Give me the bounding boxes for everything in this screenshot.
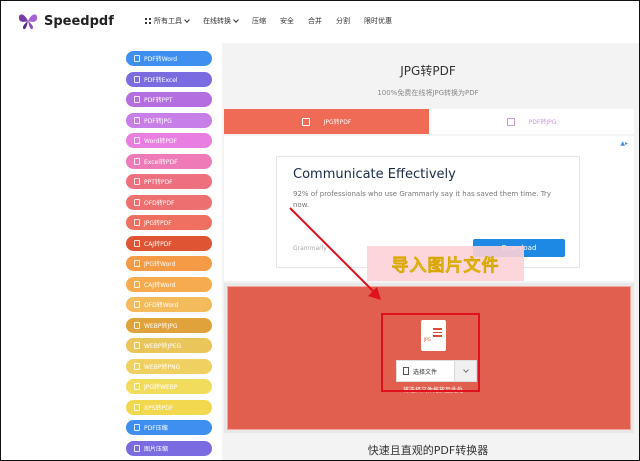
nav-label: 限时优惠 [364,17,392,25]
nav-promotion[interactable]: 限时优惠 [364,16,392,26]
ad-choices-icon[interactable]: ▲▸ [620,140,628,147]
sidebar-item-label: JPG转Word [144,261,176,268]
sidebar-item-label: OFD转Word [144,302,179,309]
document-icon [134,75,140,83]
section-heading: 快速且直观的PDF转换器 [367,444,489,457]
nav-all-tools[interactable]: 所有工具 [145,16,190,26]
sidebar-item-label: PDF转Word [144,56,178,63]
page-title: JPG转PDF [400,64,456,78]
sidebar-item-label: PDF转PPT [144,97,173,104]
butterfly-logo-icon [18,14,38,30]
document-icon [134,178,140,185]
nav-label: 安全 [280,17,294,25]
document-icon [134,219,140,226]
sidebar-item[interactable]: PDF压缩 [126,420,212,435]
sidebar-item[interactable]: XPS转PDF [126,399,212,415]
document-icon [134,260,140,267]
document-icon [134,280,140,288]
sidebar-item[interactable]: PDF转Word [126,51,212,66]
document-icon [134,55,140,62]
nav-label: 合并 [308,17,322,25]
grid-icon [145,18,151,24]
document-icon [134,198,140,206]
nav-label: 压缩 [252,17,266,25]
tab-label: PDF转JPG [528,119,557,126]
logo[interactable]: Speedpdf [17,11,114,31]
sidebar-item[interactable]: 图片压缩 [126,440,212,456]
sidebar-item-label: PDF压缩 [144,425,168,432]
document-icon [134,116,140,124]
sidebar-item-label: JPG转PDF [144,220,172,227]
sidebar-item[interactable]: OFD转PDF [126,194,212,210]
nav-merge[interactable]: 合并 [308,16,322,26]
sidebar-item-label: OFD转PDF [144,199,175,207]
tab-label: JPG转PDF [323,119,352,126]
annotation-label: 导入图片文件 [367,246,524,281]
sidebar-item-label: JPG转WEBP [144,384,178,391]
ad-title: Communicate Effectively [293,167,456,182]
document-icon [134,424,140,431]
sidebar-item[interactable]: WEBP转PNG [126,358,212,374]
ad-brand: Grammarly [293,245,327,252]
tab-pdf-to-jpg[interactable]: PDF转JPG [429,109,634,134]
sidebar-item-label: WEBP转JPEG [144,343,182,350]
document-icon [134,96,140,103]
sidebar-item-label: WEBP转JPG [144,322,178,330]
sidebar-item[interactable]: JPG转PDF [126,215,212,230]
sidebar-item[interactable]: WEBP转JPEG [126,338,212,353]
sidebar-item-label: PDF转Excel [144,76,178,84]
tab-jpg-to-pdf[interactable]: JPG转PDF [224,109,429,134]
document-icon [134,383,140,390]
chevron-down-icon [184,17,190,23]
sidebar-item-label: 图片压缩 [144,445,169,453]
convert-icon [506,117,515,126]
sidebar-item[interactable]: CAJ转PDF [126,235,212,251]
document-icon [134,239,140,247]
nav-label: 在线转换 [203,17,231,25]
sidebar-item[interactable]: JPG转WEBP [126,379,212,394]
sidebar-item[interactable]: WEBP转JPG [126,317,212,333]
sidebar-item-label: WEBP转PNG [144,363,181,371]
sidebar-item[interactable]: JPG转Word [126,256,212,271]
nav-label: 所有工具 [154,17,182,25]
document-icon [134,137,140,144]
document-icon [134,157,140,165]
sidebar-item-label: PPT转PDF [144,179,173,186]
nav-compress[interactable]: 压缩 [252,16,266,26]
sidebar-item-label: XPS转PDF [144,404,174,412]
page-subtitle: 100%免费在线将JPG转换为PDF [377,89,479,97]
header: Speedpdf 所有工具 在线转换 压缩 安全 合并 分割 限时优惠 [1,1,639,43]
sidebar-item[interactable]: PPT转PDF [126,174,212,189]
document-icon [134,403,140,411]
nav-online-convert[interactable]: 在线转换 [203,16,239,26]
sidebar-item[interactable]: Word转PDF [126,133,212,148]
top-nav: 所有工具 在线转换 压缩 安全 合并 分割 限时优惠 [145,16,406,26]
sidebar-item-label: Word转PDF [144,138,178,145]
sidebar-item-label: CAJ转PDF [144,240,172,248]
sidebar-item[interactable]: PDF转PPT [126,92,212,107]
nav-security[interactable]: 安全 [280,16,294,26]
document-icon [134,321,140,329]
document-icon [134,444,140,452]
nav-label: 分割 [336,17,350,25]
sidebar-item[interactable]: Excel转PDF [126,153,212,169]
sidebar: PDF转Word PDF转Excel PDF转PPT PDF转JPG Word转PDF E… [126,51,212,461]
ad-text: 92% of professionals who use Grammarly s… [293,190,551,209]
sidebar-item[interactable]: PDF转Excel [126,71,212,87]
convert-icon [301,117,310,126]
nav-split[interactable]: 分割 [336,16,350,26]
brand-name: Speedpdf [44,13,114,29]
sidebar-item[interactable]: PDF转JPG [126,112,212,128]
sidebar-item-label: Excel转PDF [144,158,178,166]
document-icon [134,342,140,349]
sidebar-item[interactable]: CAJ转Word [126,276,212,292]
document-icon [134,362,140,370]
sidebar-item[interactable]: OFD转Word [126,297,212,312]
chevron-down-icon [233,17,239,23]
conversion-tabs: JPG转PDF PDF转JPG [224,109,634,134]
sidebar-item-label: PDF转JPG [144,117,172,125]
highlight-box [381,313,480,392]
sidebar-item-label: CAJ转Word [144,281,176,289]
document-icon [134,301,140,308]
